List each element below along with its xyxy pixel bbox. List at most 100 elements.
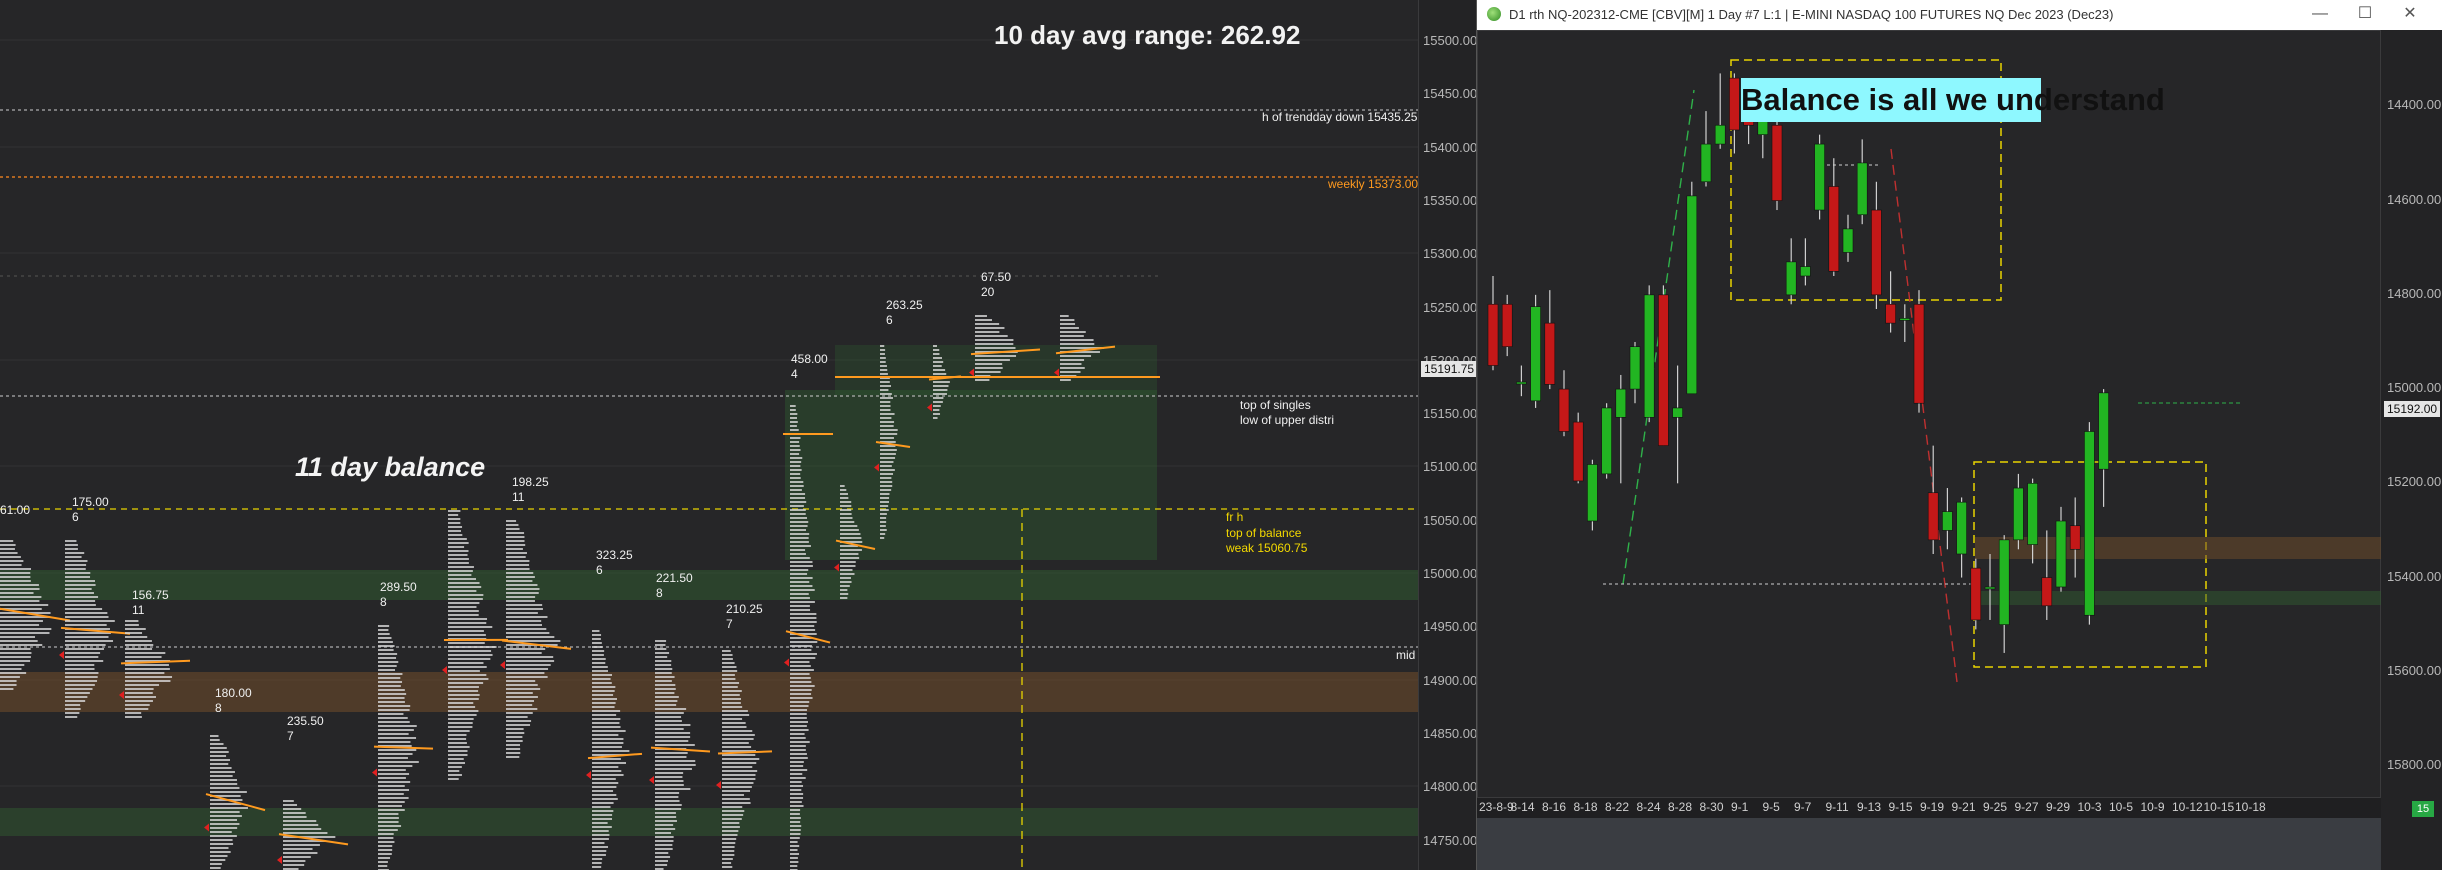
right-axis-tick: 15600.00: [2387, 662, 2442, 678]
candle-body: [1814, 143, 1825, 211]
left-axis-tick: 15050.00: [1423, 512, 1478, 528]
left-axis-tick: 15500.00: [1423, 33, 1478, 48]
profile-range-value: 180.00: [215, 686, 252, 700]
candle: [1714, 73, 1726, 149]
candle-body: [1998, 539, 2010, 625]
candle-body: [1587, 464, 1598, 522]
candle: [1771, 120, 1783, 211]
right-price-axis[interactable]: 15800.00 15600.00 15400.00 15200.00 15000.00…: [2381, 30, 2442, 870]
candle: [1686, 181, 1698, 395]
candle: [1558, 370, 1570, 437]
date-tick: 23-8-9: [1479, 800, 1514, 814]
minimize-button[interactable]: —: [2300, 2, 2340, 26]
profile-range-value: 175.00: [72, 495, 109, 509]
candle-body: [1530, 306, 1541, 402]
candle-body: [1771, 124, 1783, 201]
date-tick: 8-22: [1605, 800, 1630, 814]
candle-body: [2041, 577, 2053, 607]
date-tick: 10-12: [2172, 800, 2203, 814]
candle-body: [2013, 487, 2024, 541]
balance-annotation-2: top of balance: [1226, 526, 1302, 540]
candle-body: [1899, 318, 1911, 321]
candle-body: [2055, 520, 2067, 588]
candle-body: [1516, 381, 1527, 385]
market-profile-panel[interactable]: 10 day avg range: 262.92 11 day balance …: [0, 0, 1418, 870]
date-tick: 9-7: [1794, 800, 1812, 814]
tpo-profile: [500, 520, 572, 758]
candle-body: [2084, 431, 2095, 616]
window-titlebar[interactable]: D1 rth NQ-202312-CME [CBV][M] 1 Day #7 L…: [1477, 0, 2442, 31]
candle-body: [1643, 294, 1655, 418]
avg-range-headline: 10 day avg range: 262.92: [994, 20, 1301, 50]
candle: [1927, 445, 1939, 554]
date-tick: 9-29: [2046, 800, 2071, 814]
candle-body: [1658, 294, 1669, 446]
candle-body: [1558, 388, 1570, 432]
singles-annotation-1: top of singles: [1240, 398, 1311, 412]
left-axis-tick: 15350.00: [1423, 192, 1478, 208]
profile-range-count: 7: [726, 617, 733, 631]
candle-body: [2027, 483, 2038, 545]
candle-body: [1956, 501, 1967, 555]
right-axis-tick: 15000.00: [2387, 380, 2442, 396]
profile-range-count: 8: [215, 701, 222, 715]
candle: [2098, 389, 2109, 507]
tpo-profile: [0, 540, 71, 690]
balance-label: 11 day balance: [295, 452, 486, 482]
candle: [1828, 158, 1840, 277]
candle-body: [1615, 388, 1627, 418]
candle: [1658, 285, 1669, 446]
date-tick: 9-11: [1825, 800, 1849, 814]
right-axis-tick: 15400.00: [2387, 568, 2442, 584]
profile-range-count: 8: [656, 586, 663, 600]
profile-range-value: 263.25: [886, 298, 923, 312]
date-axis[interactable]: 23-8-9 8-14 8-16 8-18 8-22 8-24 8-28 8-30 9-1 9-5…: [1477, 798, 2381, 818]
candle: [1544, 290, 1556, 390]
left-axis-tick: 14900.00: [1423, 672, 1478, 688]
profile-range-count: 20: [981, 285, 995, 299]
left-price-axis[interactable]: 15500.00 15450.00 15400.00 15350.00 15300.00…: [1418, 0, 1477, 870]
corner-badge[interactable]: 15: [2412, 801, 2434, 817]
profile-range-value: 221.50: [656, 571, 693, 585]
candle: [1984, 553, 1996, 620]
candle-body: [1714, 124, 1726, 145]
candle: [1501, 294, 1513, 357]
down-trend-line: [1890, 148, 1958, 683]
bottom-panel: [1477, 818, 2381, 870]
candlestick-plot-area[interactable]: Balance is all we understand: [1477, 30, 2381, 798]
profile-range-value: 323.25: [596, 548, 633, 562]
candle-body: [1700, 143, 1712, 183]
profile-range-value: 61.00: [0, 503, 31, 517]
candle: [2055, 506, 2067, 592]
profile-range-value: 235.50: [287, 714, 324, 728]
date-tick: 9-27: [2014, 800, 2039, 814]
profile-range-value: 67.50: [981, 270, 1012, 284]
profile-range-value: 156.75: [132, 588, 169, 602]
candle-body: [1729, 77, 1740, 131]
candle-body: [1856, 162, 1868, 216]
mid-annotation: mid: [1396, 648, 1416, 662]
candle: [1885, 271, 1896, 333]
maximize-button[interactable]: ☐: [2345, 2, 2385, 26]
left-axis-tick: 15450.00: [1423, 86, 1478, 102]
green-zone: [0, 570, 1418, 600]
date-tick: 8-14: [1510, 800, 1535, 814]
candle-body: [1970, 567, 1982, 621]
date-tick: 10-18: [2235, 800, 2266, 814]
right-axis-tick: 15800.00: [2387, 757, 2442, 773]
date-tick: 8-24: [1636, 800, 1661, 814]
candle: [1530, 294, 1541, 408]
candle-body: [1800, 266, 1811, 277]
close-button[interactable]: ✕: [2390, 2, 2430, 26]
left-axis-tick: 15100.00: [1423, 459, 1478, 475]
balance-annotation-3: weak 15060.75: [1226, 541, 1308, 555]
right-axis-tick: 14400.00: [2387, 97, 2442, 113]
candle-body: [2069, 525, 2081, 550]
profile-range-count: 8: [380, 595, 387, 609]
candle: [1629, 341, 1641, 404]
tpo-profile: [442, 510, 509, 780]
daily-chart-window[interactable]: D1 rth NQ-202312-CME [CBV][M] 1 Day #7 L…: [1477, 0, 2442, 870]
profile-range-count: 6: [886, 313, 893, 327]
candle: [1842, 214, 1854, 262]
candle: [1643, 285, 1655, 423]
